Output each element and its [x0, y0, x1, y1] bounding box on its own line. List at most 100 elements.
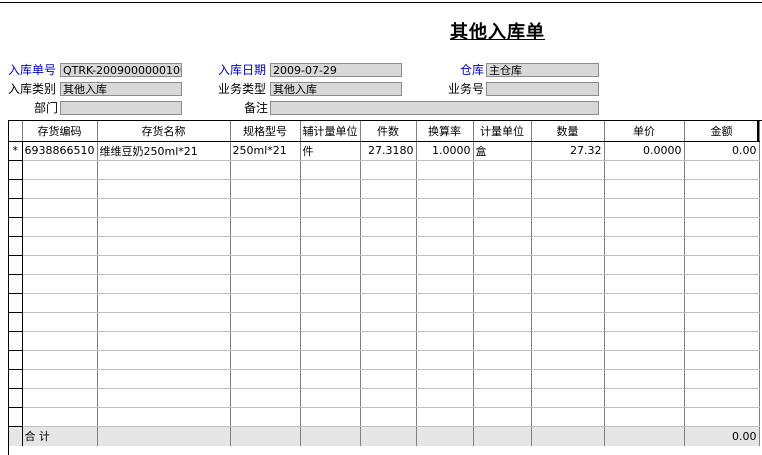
empty-cell[interactable]: [360, 312, 417, 332]
empty-cell[interactable]: [684, 331, 760, 351]
empty-row[interactable]: [9, 255, 760, 275]
empty-cell[interactable]: [360, 331, 417, 351]
empty-cell[interactable]: [531, 312, 605, 332]
col-header-qty[interactable]: 数量: [531, 121, 605, 142]
empty-cell[interactable]: [604, 407, 685, 427]
empty-cell[interactable]: [604, 160, 685, 180]
empty-cell[interactable]: [531, 331, 605, 351]
empty-cell[interactable]: [684, 293, 760, 313]
col-header-price[interactable]: 单价: [604, 121, 685, 142]
empty-row[interactable]: [9, 407, 760, 427]
empty-cell[interactable]: [684, 160, 760, 180]
empty-cell[interactable]: [604, 198, 685, 218]
empty-cell[interactable]: [604, 369, 685, 389]
empty-cell[interactable]: [531, 407, 605, 427]
empty-cell[interactable]: [416, 198, 474, 218]
empty-cell[interactable]: [416, 407, 474, 427]
empty-cell[interactable]: [416, 350, 474, 370]
empty-cell[interactable]: [531, 160, 605, 180]
empty-cell[interactable]: [22, 312, 98, 332]
empty-cell[interactable]: [97, 331, 231, 351]
empty-cell[interactable]: [531, 179, 605, 199]
cell-code[interactable]: 6938866510: [22, 141, 98, 161]
empty-cell[interactable]: [684, 236, 760, 256]
empty-row[interactable]: [9, 369, 760, 389]
empty-cell[interactable]: [300, 198, 361, 218]
empty-row[interactable]: [9, 236, 760, 256]
empty-cell[interactable]: [684, 198, 760, 218]
empty-row[interactable]: [9, 293, 760, 313]
empty-cell[interactable]: [416, 255, 474, 275]
empty-cell[interactable]: [230, 179, 301, 199]
cell-amount[interactable]: 0.00: [684, 141, 760, 161]
empty-cell[interactable]: [684, 217, 760, 237]
empty-cell[interactable]: [230, 217, 301, 237]
empty-cell[interactable]: [684, 179, 760, 199]
empty-cell[interactable]: [473, 160, 532, 180]
date-field[interactable]: 2009-07-29: [270, 63, 402, 77]
col-header-name[interactable]: 存货名称: [97, 121, 231, 142]
col-header-unit[interactable]: 计量单位: [473, 121, 532, 142]
empty-cell[interactable]: [230, 274, 301, 294]
empty-cell[interactable]: [300, 369, 361, 389]
empty-cell[interactable]: [300, 388, 361, 408]
empty-cell[interactable]: [604, 350, 685, 370]
dept-field[interactable]: [60, 101, 182, 115]
empty-cell[interactable]: [531, 255, 605, 275]
empty-cell[interactable]: [531, 369, 605, 389]
empty-row[interactable]: [9, 274, 760, 294]
empty-cell[interactable]: [230, 236, 301, 256]
empty-cell[interactable]: [230, 293, 301, 313]
empty-cell[interactable]: [473, 198, 532, 218]
col-header-aux-unit[interactable]: 辅计量单位: [300, 121, 361, 142]
cell-price[interactable]: 0.0000: [604, 141, 685, 161]
empty-cell[interactable]: [300, 179, 361, 199]
empty-cell[interactable]: [230, 160, 301, 180]
empty-cell[interactable]: [531, 217, 605, 237]
cell-pieces[interactable]: 27.3180: [360, 141, 417, 161]
col-header-pieces[interactable]: 件数: [360, 121, 417, 142]
empty-cell[interactable]: [230, 331, 301, 351]
empty-cell[interactable]: [300, 255, 361, 275]
col-header-code[interactable]: 存货编码: [22, 121, 98, 142]
empty-cell[interactable]: [684, 350, 760, 370]
empty-row[interactable]: [9, 179, 760, 199]
empty-cell[interactable]: [230, 350, 301, 370]
empty-cell[interactable]: [531, 293, 605, 313]
cell-aux-unit[interactable]: 件: [300, 141, 361, 161]
empty-row[interactable]: [9, 312, 760, 332]
empty-row[interactable]: [9, 331, 760, 351]
empty-row[interactable]: [9, 350, 760, 370]
empty-cell[interactable]: [22, 236, 98, 256]
empty-cell[interactable]: [473, 388, 532, 408]
empty-cell[interactable]: [360, 160, 417, 180]
empty-cell[interactable]: [604, 293, 685, 313]
empty-cell[interactable]: [416, 179, 474, 199]
biz-type-field[interactable]: 其他入库: [270, 82, 402, 96]
empty-cell[interactable]: [97, 217, 231, 237]
empty-cell[interactable]: [97, 198, 231, 218]
empty-cell[interactable]: [300, 217, 361, 237]
empty-cell[interactable]: [604, 388, 685, 408]
empty-cell[interactable]: [300, 331, 361, 351]
empty-cell[interactable]: [360, 407, 417, 427]
table-row[interactable]: * 6938866510 维维豆奶250ml*21 250ml*21 件 27.…: [9, 141, 760, 161]
warehouse-field[interactable]: 主仓库: [486, 63, 599, 77]
empty-cell[interactable]: [230, 255, 301, 275]
empty-cell[interactable]: [22, 388, 98, 408]
cell-spec[interactable]: 250ml*21: [230, 141, 301, 161]
empty-cell[interactable]: [531, 274, 605, 294]
empty-cell[interactable]: [97, 407, 231, 427]
empty-cell[interactable]: [473, 255, 532, 275]
empty-cell[interactable]: [22, 350, 98, 370]
empty-cell[interactable]: [230, 407, 301, 427]
col-header-spec[interactable]: 规格型号: [230, 121, 301, 142]
empty-cell[interactable]: [416, 236, 474, 256]
empty-cell[interactable]: [300, 293, 361, 313]
empty-row[interactable]: [9, 198, 760, 218]
empty-cell[interactable]: [360, 369, 417, 389]
empty-cell[interactable]: [473, 179, 532, 199]
empty-cell[interactable]: [604, 179, 685, 199]
cell-name[interactable]: 维维豆奶250ml*21: [97, 141, 231, 161]
empty-cell[interactable]: [416, 160, 474, 180]
